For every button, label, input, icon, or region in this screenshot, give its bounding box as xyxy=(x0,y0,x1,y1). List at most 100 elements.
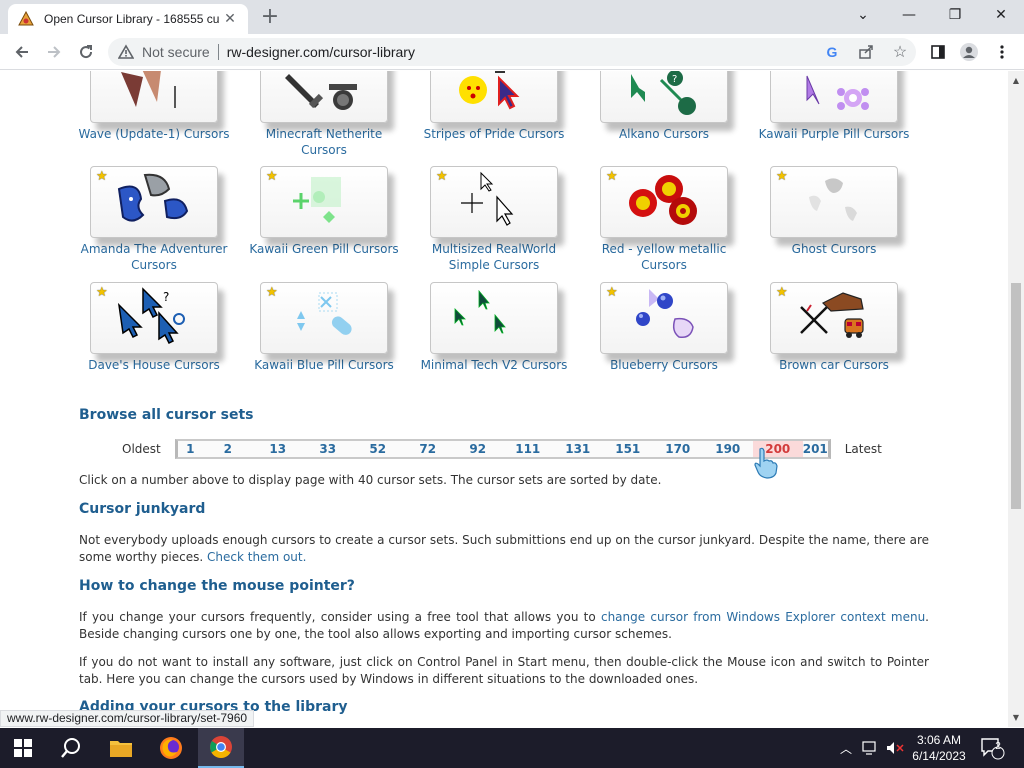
scroll-down-arrow-icon[interactable]: ▼ xyxy=(1012,714,1020,722)
firefox-icon[interactable] xyxy=(148,728,194,768)
new-tab-button[interactable]: + xyxy=(258,6,282,30)
reload-icon[interactable] xyxy=(74,40,98,64)
cursor-set-thumbnail[interactable] xyxy=(90,71,218,123)
cursor-set-thumbnail[interactable]: ★ xyxy=(430,166,558,238)
svg-text:?: ? xyxy=(672,74,677,85)
howto-paragraph-1: If you change your cursors frequently, c… xyxy=(79,609,929,642)
bookmark-star-icon[interactable]: ☆ xyxy=(890,42,910,62)
page-link[interactable]: 201 xyxy=(803,439,831,459)
cursor-set-card[interactable]: ★ ? Dave's House Cursors xyxy=(76,282,232,373)
cursor-set-thumbnail[interactable] xyxy=(430,282,558,354)
cursor-set-title[interactable]: Kawaii Green Pill Cursors xyxy=(246,241,402,257)
page-link[interactable]: 131 xyxy=(552,439,603,459)
cursor-set-title[interactable]: Red - yellow metallic Cursors xyxy=(586,241,742,273)
cursor-set-title[interactable]: Multisized RealWorld Simple Cursors xyxy=(416,241,572,273)
page-content: Wave (Update-1) Cursors Minecraft Nether… xyxy=(0,71,1008,727)
cursor-set-title[interactable]: Minecraft Netherite Cursors xyxy=(246,126,402,158)
side-panel-icon[interactable] xyxy=(926,40,950,64)
cursor-set-thumbnail[interactable]: ★ ? xyxy=(90,282,218,354)
page-link[interactable]: 72 xyxy=(402,439,453,459)
page-link[interactable]: 92 xyxy=(452,439,503,459)
purple-pill-preview-icon xyxy=(806,75,869,110)
cursor-set-card[interactable]: ★ Red - yellow metallic Cursors xyxy=(586,166,742,273)
cursor-set-title[interactable]: Kawaii Purple Pill Cursors xyxy=(756,126,912,142)
address-bar[interactable]: Not secure rw-designer.com/cursor-librar… xyxy=(108,38,916,66)
page-link[interactable]: 111 xyxy=(502,439,553,459)
restore-button[interactable]: ❐ xyxy=(932,0,978,30)
blueberry-preview-icon xyxy=(636,289,694,339)
cursor-set-card[interactable]: Kawaii Purple Pill Cursors xyxy=(756,71,912,142)
cursor-set-thumbnail[interactable]: ★ xyxy=(770,282,898,354)
google-icon[interactable]: G xyxy=(822,42,842,62)
page-link[interactable]: 13 xyxy=(252,439,303,459)
not-secure-label[interactable]: Not secure xyxy=(142,44,210,60)
tab-search-icon[interactable]: ⌄ xyxy=(840,0,886,30)
start-windows-icon[interactable] xyxy=(0,728,46,768)
page-link[interactable]: 33 xyxy=(302,439,353,459)
windows-taskbar: ︿ 3:06 AM 6/14/2023 2 xyxy=(0,728,1024,768)
cursor-set-title[interactable]: Ghost Cursors xyxy=(756,241,912,257)
cursor-set-title[interactable]: Kawaii Blue Pill Cursors xyxy=(246,357,402,373)
share-icon[interactable] xyxy=(856,42,876,62)
cursor-set-title[interactable]: Dave's House Cursors xyxy=(76,357,232,373)
page-link[interactable]: 52 xyxy=(352,439,403,459)
page-link[interactable]: 190 xyxy=(702,439,753,459)
notification-center-icon[interactable]: 2 xyxy=(980,728,1006,768)
cursor-set-title[interactable]: Brown car Cursors xyxy=(756,357,912,373)
profile-avatar-icon[interactable] xyxy=(957,40,981,64)
minimize-button[interactable]: — xyxy=(886,0,932,30)
cursor-set-card[interactable]: Minimal Tech V2 Cursors xyxy=(416,282,572,373)
cursor-set-thumbnail[interactable]: ★ xyxy=(600,166,728,238)
network-icon[interactable] xyxy=(862,728,880,768)
cursor-set-card[interactable]: Stripes of Pride Cursors xyxy=(416,71,572,142)
cursor-set-thumbnail[interactable]: ★ xyxy=(260,166,388,238)
chrome-icon[interactable] xyxy=(198,728,244,768)
context-menu-link[interactable]: change cursor from Windows Explorer cont… xyxy=(601,610,925,624)
back-arrow-icon[interactable] xyxy=(10,40,34,64)
close-tab-icon[interactable]: ✕ xyxy=(222,11,238,27)
browser-tab[interactable]: Open Cursor Library - 168555 cu ✕ xyxy=(8,4,248,34)
cursor-set-thumbnail[interactable] xyxy=(260,71,388,123)
cursor-set-card[interactable]: ? Alkano Cursors xyxy=(586,71,742,142)
cursor-set-title[interactable]: Blueberry Cursors xyxy=(586,357,742,373)
file-explorer-icon[interactable] xyxy=(98,728,144,768)
menu-kebab-icon[interactable] xyxy=(990,40,1014,64)
cursor-set-card[interactable]: ★ Kawaii Blue Pill Cursors xyxy=(246,282,402,373)
cursor-set-title[interactable]: Wave (Update-1) Cursors xyxy=(76,126,232,142)
cursor-set-card[interactable]: ★ Blueberry Cursors xyxy=(586,282,742,373)
forward-arrow-icon[interactable] xyxy=(42,40,66,64)
junkyard-link[interactable]: Check them out. xyxy=(207,550,306,564)
search-icon[interactable] xyxy=(48,728,94,768)
page-scrollbar[interactable]: ▲ ▼ xyxy=(1008,71,1024,727)
cursor-set-card[interactable]: Wave (Update-1) Cursors xyxy=(76,71,232,142)
cursor-set-card[interactable]: ★ Kawaii Green Pill Cursors xyxy=(246,166,402,257)
cursor-set-card[interactable]: ★ Multisized RealWorld Simple Cursors xyxy=(416,166,572,273)
cursor-set-thumbnail[interactable]: ★ xyxy=(770,166,898,238)
cursor-set-thumbnail[interactable]: ★ xyxy=(260,282,388,354)
page-link[interactable]: 2 xyxy=(202,439,253,459)
cursor-set-thumbnail[interactable] xyxy=(770,71,898,123)
cursor-set-title[interactable]: Amanda The Adventurer Cursors xyxy=(76,241,232,273)
scroll-up-arrow-icon[interactable]: ▲ xyxy=(1012,77,1020,85)
cursor-set-card[interactable]: Minecraft Netherite Cursors xyxy=(246,71,402,158)
cursor-set-title[interactable]: Stripes of Pride Cursors xyxy=(416,126,572,142)
clock-date: 6/14/2023 xyxy=(912,749,966,763)
cursor-set-card[interactable]: ★ Brown car Cursors xyxy=(756,282,912,373)
cursor-set-card[interactable]: ★ Ghost Cursors xyxy=(756,166,912,257)
cursor-set-title[interactable]: Minimal Tech V2 Cursors xyxy=(416,357,572,373)
cursor-set-title[interactable]: Alkano Cursors xyxy=(586,126,742,142)
tray-chevron-icon[interactable]: ︿ xyxy=(840,728,852,768)
page-link[interactable]: 170 xyxy=(652,439,703,459)
page-link[interactable]: 151 xyxy=(602,439,653,459)
cursor-set-card[interactable]: ★ Amanda The Adventurer Cursors xyxy=(76,166,232,273)
cursor-set-thumbnail[interactable]: ★ xyxy=(600,282,728,354)
cursor-set-thumbnail[interactable] xyxy=(430,71,558,123)
system-clock[interactable]: 3:06 AM 6/14/2023 xyxy=(908,732,970,764)
url-text[interactable]: rw-designer.com/cursor-library xyxy=(227,44,415,60)
cursor-set-thumbnail[interactable]: ★ xyxy=(90,166,218,238)
volume-muted-icon[interactable] xyxy=(886,728,904,768)
cursor-set-thumbnail[interactable]: ? xyxy=(600,71,728,123)
scrollbar-thumb[interactable] xyxy=(1011,283,1021,509)
close-window-button[interactable]: ✕ xyxy=(978,0,1024,30)
page-link[interactable]: 1 xyxy=(174,439,203,459)
